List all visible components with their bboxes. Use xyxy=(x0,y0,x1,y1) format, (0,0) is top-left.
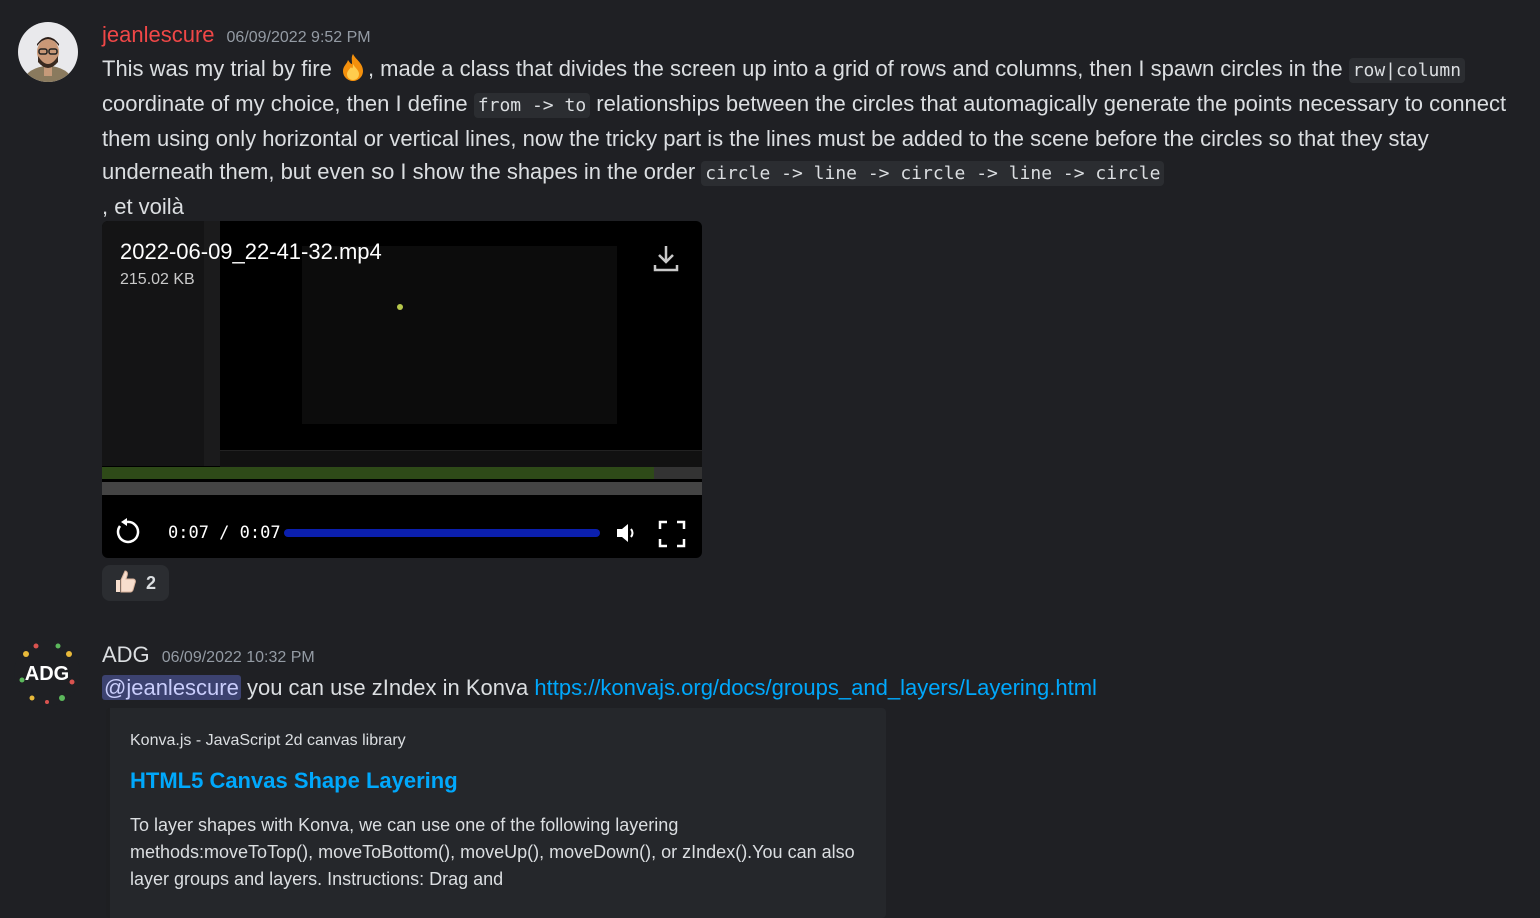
user-mention[interactable]: @jeanlescure xyxy=(102,675,241,700)
timestamp: 06/09/2022 10:32 PM xyxy=(161,649,315,666)
text-segment: , made a class that divides the screen u… xyxy=(367,56,1349,81)
fullscreen-icon[interactable] xyxy=(658,520,686,548)
video-frame-dot xyxy=(397,304,403,310)
avatar[interactable]: ADG xyxy=(14,640,80,706)
message-header: ADG 06/09/2022 10:32 PM xyxy=(102,642,315,668)
download-icon[interactable] xyxy=(652,243,680,273)
avatar[interactable] xyxy=(18,22,78,82)
video-attachment[interactable]: 2022-06-09_22-41-32.mp4 215.02 KB 0:07 /… xyxy=(102,221,702,558)
svg-text:ADG: ADG xyxy=(25,663,69,685)
video-frame-timeline-end xyxy=(654,467,702,479)
video-frame-timeline xyxy=(102,467,654,479)
inline-code: circle -> line -> circle -> line -> circ… xyxy=(701,161,1165,186)
video-filesize: 215.02 KB xyxy=(120,271,195,288)
link[interactable]: https://konvajs.org/docs/groups_and_laye… xyxy=(534,675,1097,700)
embed-description: To layer shapes with Konva, we can use o… xyxy=(130,815,855,889)
username[interactable]: ADG xyxy=(102,642,150,668)
video-time: 0:07 / 0:07 xyxy=(168,523,281,543)
fire-icon xyxy=(338,52,368,82)
embed-provider[interactable]: Konva.js - JavaScript 2d canvas library xyxy=(130,732,406,750)
inline-code: from -> to xyxy=(473,93,591,118)
volume-icon[interactable] xyxy=(614,520,640,546)
text-segment: you can use zIndex in Konva xyxy=(240,675,535,700)
video-frame-controls xyxy=(220,450,702,467)
message-header: jeanlescure 06/09/2022 9:52 PM xyxy=(102,22,371,48)
message-content: @jeanlescure you can use zIndex in Konva… xyxy=(102,671,1512,704)
text-segment: This was my trial by fire xyxy=(102,56,338,81)
video-progress-bar[interactable] xyxy=(284,529,600,537)
username[interactable]: jeanlescure xyxy=(102,22,215,48)
video-controls: 0:07 / 0:07 xyxy=(102,509,702,558)
thumbs-up-icon xyxy=(112,568,138,599)
timestamp: 06/09/2022 9:52 PM xyxy=(226,29,371,46)
message-content: This was my trial by fire , made a class… xyxy=(102,52,1512,223)
text-segment: coordinate of my choice, then I define xyxy=(102,91,474,116)
video-frame-canvas xyxy=(302,246,617,424)
video-frame-track xyxy=(102,482,702,495)
video-filename: 2022-06-09_22-41-32.mp4 xyxy=(120,239,382,264)
link-embed: Konva.js - JavaScript 2d canvas library … xyxy=(106,708,886,918)
text-segment: , et voilà xyxy=(102,194,184,219)
reaction-count: 2 xyxy=(146,572,157,593)
embed-title[interactable]: HTML5 Canvas Shape Layering xyxy=(130,768,458,794)
reaction-thumbs-up[interactable]: 2 xyxy=(102,565,169,601)
message-jeanlescure: jeanlescure 06/09/2022 9:52 PM This was … xyxy=(0,0,1540,610)
inline-code: row|column xyxy=(1348,58,1466,83)
replay-icon[interactable] xyxy=(112,517,142,547)
